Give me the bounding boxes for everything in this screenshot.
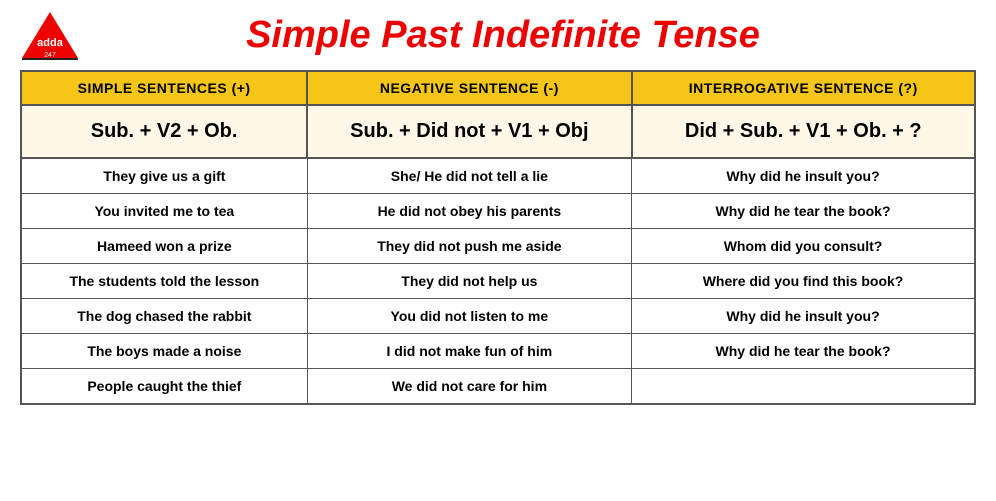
table-row: They give us a giftShe/ He did not tell … (21, 158, 975, 194)
col-header-interrogative: INTERROGATIVE SENTENCE (?) (632, 71, 975, 105)
simple-sentence-cell: The students told the lesson (21, 264, 307, 299)
page-header: adda 247 SCHOOL Simple Past Indefinite T… (20, 10, 976, 60)
table-row: The boys made a noiseI did not make fun … (21, 334, 975, 369)
negative-sentence-cell: He did not obey his parents (307, 194, 631, 229)
interrogative-sentence-cell: Whom did you consult? (632, 229, 975, 264)
simple-sentence-cell: People caught the thief (21, 369, 307, 405)
interrogative-sentence-cell: Where did you find this book? (632, 264, 975, 299)
formula-simple: Sub. + V2 + Ob. (21, 105, 307, 158)
table-row: Hameed won a prizeThey did not push me a… (21, 229, 975, 264)
interrogative-sentence-cell: Why did he tear the book? (632, 334, 975, 369)
formula-interrogative: Did + Sub. + V1 + Ob. + ? (632, 105, 975, 158)
negative-sentence-cell: They did not push me aside (307, 229, 631, 264)
main-table: SIMPLE SENTENCES (+) NEGATIVE SENTENCE (… (20, 70, 976, 405)
simple-sentence-cell: The boys made a noise (21, 334, 307, 369)
table-row: People caught the thiefWe did not care f… (21, 369, 975, 405)
col-header-simple: SIMPLE SENTENCES (+) (21, 71, 307, 105)
negative-sentence-cell: They did not help us (307, 264, 631, 299)
formula-row: Sub. + V2 + Ob. Sub. + Did not + V1 + Ob… (21, 105, 975, 158)
simple-sentence-cell: They give us a gift (21, 158, 307, 194)
svg-text:adda: adda (37, 37, 64, 49)
simple-sentence-cell: Hameed won a prize (21, 229, 307, 264)
table-row: You invited me to teaHe did not obey his… (21, 194, 975, 229)
negative-sentence-cell: You did not listen to me (307, 299, 631, 334)
interrogative-sentence-cell: Why did he insult you? (632, 158, 975, 194)
interrogative-sentence-cell: Why did he tear the book? (632, 194, 975, 229)
interrogative-sentence-cell (632, 369, 975, 405)
logo: adda 247 SCHOOL (20, 10, 80, 60)
table-row: The dog chased the rabbitYou did not lis… (21, 299, 975, 334)
simple-sentence-cell: The dog chased the rabbit (21, 299, 307, 334)
svg-text:247: 247 (44, 52, 56, 59)
table-row: The students told the lessonThey did not… (21, 264, 975, 299)
negative-sentence-cell: I did not make fun of him (307, 334, 631, 369)
negative-sentence-cell: We did not care for him (307, 369, 631, 405)
interrogative-sentence-cell: Why did he insult you? (632, 299, 975, 334)
simple-sentence-cell: You invited me to tea (21, 194, 307, 229)
col-header-negative: NEGATIVE SENTENCE (-) (307, 71, 631, 105)
negative-sentence-cell: She/ He did not tell a lie (307, 158, 631, 194)
formula-negative: Sub. + Did not + V1 + Obj (307, 105, 631, 158)
page-title: Simple Past Indefinite Tense (90, 14, 976, 57)
